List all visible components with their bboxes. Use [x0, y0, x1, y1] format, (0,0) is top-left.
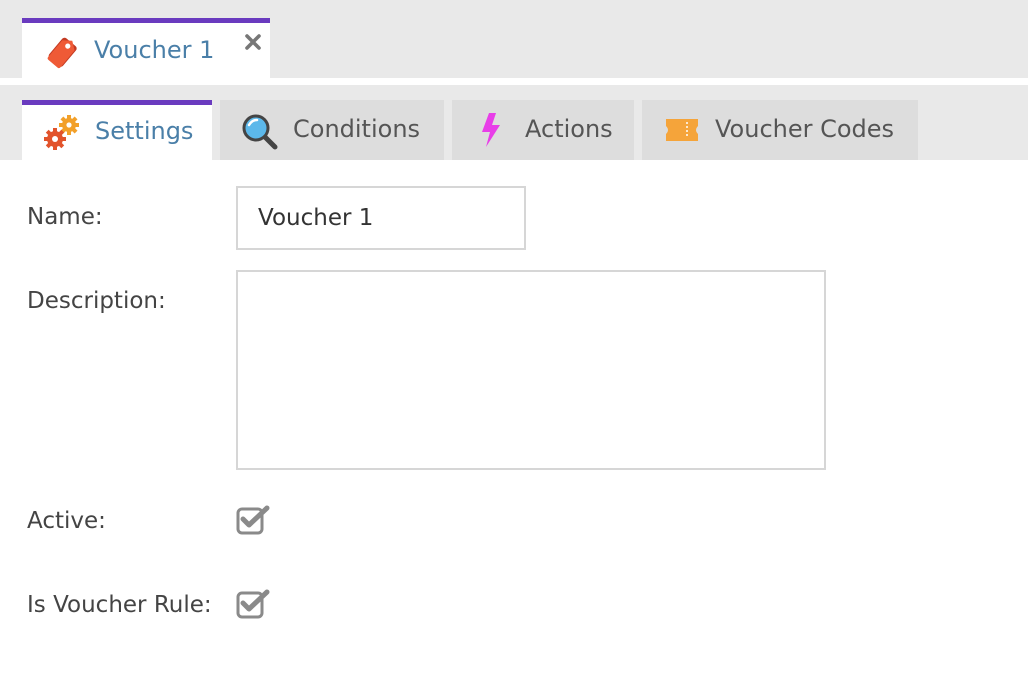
tab-settings-label: Settings — [95, 117, 194, 145]
tab-conditions[interactable]: Conditions — [220, 100, 444, 160]
lightning-icon — [478, 112, 504, 152]
gears-icon — [42, 113, 82, 157]
description-textarea[interactable] — [236, 270, 826, 470]
price-tag-icon — [44, 35, 80, 71]
active-checkbox[interactable] — [236, 505, 270, 535]
name-input[interactable] — [236, 186, 526, 250]
tab-actions[interactable]: Actions — [452, 100, 634, 160]
tab-voucher-codes-label: Voucher Codes — [715, 115, 895, 143]
active-label: Active: — [27, 508, 106, 534]
voucher-rule-label: Is Voucher Rule: — [27, 592, 212, 618]
tab-voucher-codes[interactable]: Voucher Codes — [642, 100, 918, 160]
close-icon[interactable] — [243, 32, 263, 52]
document-tab-voucher[interactable]: Voucher 1 — [22, 18, 270, 80]
ticket-icon — [664, 116, 700, 148]
checkbox-checked-icon — [236, 589, 270, 619]
checkbox-checked-icon — [236, 505, 270, 535]
magnifier-icon — [240, 112, 280, 156]
name-label: Name: — [27, 204, 103, 230]
tab-actions-label: Actions — [525, 115, 613, 143]
document-tab-title: Voucher 1 — [94, 36, 215, 64]
description-label: Description: — [27, 288, 166, 314]
voucher-rule-checkbox[interactable] — [236, 589, 270, 619]
tab-settings[interactable]: Settings — [22, 100, 212, 160]
tab-conditions-label: Conditions — [293, 115, 421, 143]
